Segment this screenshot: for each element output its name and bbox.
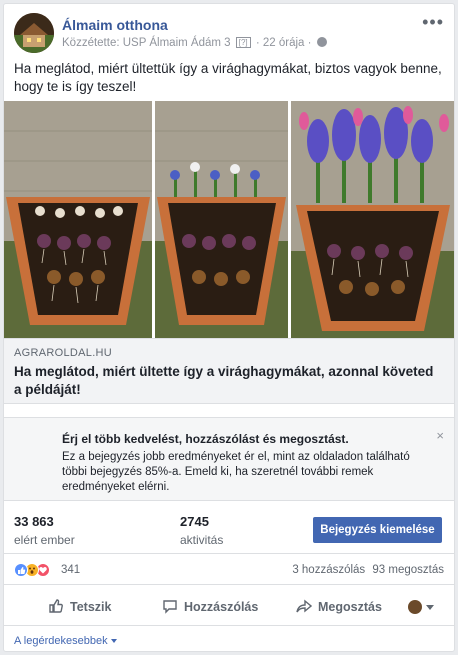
post-card: Álmaim otthona Közzétette: USP Álmaim Ád… (3, 3, 455, 652)
like-icon (14, 563, 28, 577)
chevron-down-icon (110, 639, 117, 643)
image-panel-1 (4, 101, 152, 338)
reach-value: 33 863 (14, 514, 54, 529)
image-panel-2 (155, 101, 288, 338)
activity-label: aktivitás (180, 533, 224, 547)
post-header: Álmaim otthona Közzétette: USP Álmaim Ád… (14, 13, 444, 53)
post-insights: 33 863 elért ember 2745 aktivitás Bejegy… (4, 502, 454, 554)
post-meta: Közzétette: USP Álmaim Ádám 3 [?] · 22 ó… (62, 37, 327, 49)
comment-button[interactable]: Hozzászólás (162, 598, 258, 614)
comment-icon (163, 600, 177, 614)
page-avatar-mini (408, 600, 422, 614)
publisher-text[interactable]: Közzétette: USP Álmaim Ádám 3 (62, 37, 231, 49)
engagement-counts: 3 hozzászólás 93 megosztás (292, 564, 444, 576)
like-label: Tetszik (70, 600, 112, 614)
identity-selector[interactable] (408, 600, 438, 614)
reach-stat[interactable]: 33 863 elért ember (14, 514, 75, 547)
action-bar: Tetszik Hozzászólás Megosztás (4, 586, 454, 626)
reach-label: elért ember (14, 533, 75, 547)
image-panel-3 (291, 101, 454, 338)
chevron-down-icon (426, 605, 434, 610)
comment-sort-label: A legérdekesebbek (14, 635, 108, 647)
activity-value: 2745 (180, 514, 209, 529)
close-icon[interactable]: × (436, 428, 444, 443)
like-button[interactable]: Tetszik (48, 598, 111, 614)
comment-label: Hozzászólás (184, 600, 259, 614)
share-icon (296, 599, 313, 613)
link-domain: AGRAROLDAL.HU (14, 347, 113, 359)
share-button[interactable]: Megosztás (296, 598, 382, 614)
post-time[interactable]: · 22 órája · (256, 37, 312, 49)
boost-promo: Érj el több kedvelést, hozzászólást és m… (4, 417, 454, 501)
page-name[interactable]: Álmaim otthona (62, 17, 168, 33)
link-title[interactable]: Ha meglátod, miért ültette így a virágha… (14, 363, 434, 399)
activity-stat[interactable]: 2745 aktivitás (180, 514, 223, 547)
reactions-bar: 341 3 hozzászólás 93 megosztás (4, 555, 454, 585)
link-preview[interactable]: AGRAROLDAL.HU Ha meglátod, miért ültette… (4, 338, 454, 404)
boost-post-button[interactable]: Bejegyzés kiemelése (313, 517, 442, 543)
comment-sort[interactable]: A legérdekesebbek (14, 635, 117, 647)
thumbs-up-icon (49, 599, 63, 613)
reaction-count[interactable]: 341 (61, 564, 80, 576)
more-options-icon[interactable]: ••• (422, 13, 444, 31)
share-count[interactable]: 93 megosztás (372, 564, 444, 576)
globe-icon[interactable] (316, 37, 327, 47)
page-avatar[interactable] (14, 13, 54, 53)
promo-title: Érj el több kedvelést, hozzászólást és m… (62, 432, 349, 446)
comment-count[interactable]: 3 hozzászólás (292, 564, 365, 576)
promo-body: Ez a bejegyzés jobb eredményeket ér el, … (62, 451, 410, 493)
help-badge[interactable]: [?] (235, 37, 251, 48)
post-image[interactable] (4, 101, 454, 338)
post-text: Ha meglátod, miért ültettük így a virágh… (14, 61, 442, 94)
share-label: Megosztás (318, 600, 382, 614)
